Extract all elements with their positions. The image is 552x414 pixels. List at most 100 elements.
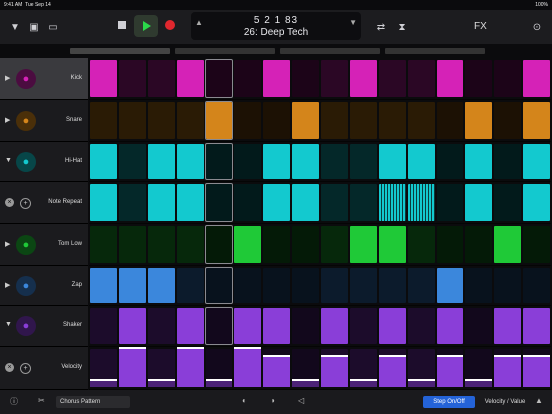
step-cell[interactable] <box>234 226 262 263</box>
step-cell[interactable] <box>90 226 117 263</box>
step-cell[interactable] <box>407 144 435 179</box>
step-cell[interactable] <box>118 102 146 139</box>
step-cell[interactable] <box>204 183 234 222</box>
step-cell[interactable] <box>436 144 464 179</box>
step-cell[interactable] <box>523 308 550 344</box>
step-cell[interactable] <box>234 184 262 221</box>
step-cell[interactable] <box>263 184 291 221</box>
step-cell[interactable] <box>378 308 406 344</box>
step-cell[interactable] <box>436 60 464 97</box>
step-cell[interactable] <box>407 308 435 344</box>
step-cell[interactable] <box>349 184 377 221</box>
window-icon[interactable]: ▭ <box>46 20 60 34</box>
step-cell[interactable] <box>349 268 377 303</box>
step-cell[interactable] <box>204 143 234 180</box>
step-cell[interactable] <box>292 308 319 344</box>
track-header-tom[interactable]: ▶ ● Tom Low <box>0 224 88 266</box>
step-cell[interactable] <box>321 268 348 303</box>
step-cell[interactable] <box>494 184 522 221</box>
step-cell[interactable] <box>263 268 291 303</box>
pattern-name-field[interactable]: Chorus Pattern <box>56 396 130 408</box>
step-cell[interactable] <box>407 60 435 97</box>
step-cell[interactable] <box>465 349 493 387</box>
step-cell[interactable] <box>176 347 204 387</box>
step-cell[interactable] <box>147 226 175 263</box>
step-cell[interactable] <box>523 184 550 221</box>
step-cell[interactable] <box>494 226 522 263</box>
step-cell[interactable] <box>204 307 234 345</box>
step-cell[interactable] <box>118 184 146 221</box>
step-cell[interactable] <box>494 60 522 97</box>
step-cell[interactable] <box>523 144 550 179</box>
step-cell[interactable] <box>176 226 204 263</box>
step-cell[interactable] <box>292 184 319 221</box>
step-cell[interactable] <box>263 349 291 387</box>
remove-lane-icon[interactable]: × <box>5 197 14 207</box>
step-cell[interactable] <box>407 268 435 303</box>
library-icon[interactable]: ▣ <box>27 20 41 34</box>
step-cell[interactable] <box>349 349 377 387</box>
velocity-value-button[interactable]: Velocity / Value <box>480 396 530 408</box>
expand-toggle-icon[interactable]: ▼ <box>5 321 12 328</box>
step-cell[interactable] <box>465 60 493 97</box>
record-button[interactable] <box>165 20 175 30</box>
step-cell[interactable] <box>90 144 117 179</box>
step-cell[interactable] <box>118 268 146 303</box>
step-cell[interactable] <box>147 102 175 139</box>
velocity-bar[interactable] <box>176 347 204 387</box>
velocity-bar[interactable] <box>90 379 117 387</box>
browser-dropdown-icon[interactable]: ▼ <box>8 20 22 34</box>
add-lane-icon[interactable]: + <box>20 363 31 374</box>
step-cell[interactable] <box>494 308 522 344</box>
step-cell[interactable] <box>407 349 435 387</box>
step-cell[interactable] <box>234 268 262 303</box>
track-header-zap[interactable]: ▶ ● Zap <box>0 266 88 306</box>
step-cell[interactable] <box>234 347 262 387</box>
step-cell[interactable] <box>176 308 204 344</box>
step-cell[interactable] <box>436 308 464 344</box>
step-cell[interactable] <box>118 308 146 344</box>
step-cell[interactable] <box>292 268 319 303</box>
step-cell[interactable] <box>465 144 493 179</box>
velocity-bar[interactable] <box>436 354 464 387</box>
velocity-bar[interactable] <box>263 354 291 387</box>
step-cell[interactable] <box>90 349 117 387</box>
track-header-hihat[interactable]: ▼ ● Hi-Hat <box>0 142 88 182</box>
step-cell[interactable] <box>234 60 262 97</box>
step-cell[interactable] <box>90 308 117 344</box>
step-cell[interactable] <box>263 144 291 179</box>
pattern-overview[interactable] <box>0 44 552 58</box>
step-cell[interactable] <box>234 144 262 179</box>
metronome-icon[interactable]: ⧗ <box>395 20 409 34</box>
step-onoff-button[interactable]: Step On/Off <box>423 396 475 408</box>
step-cell[interactable] <box>494 144 522 179</box>
step-cell[interactable] <box>90 60 117 97</box>
overview-segment[interactable] <box>280 48 380 54</box>
step-cell[interactable] <box>436 226 464 263</box>
info-icon[interactable]: ⓘ <box>10 396 18 407</box>
step-cell[interactable] <box>118 144 146 179</box>
step-cell[interactable] <box>292 349 319 387</box>
step-cell[interactable] <box>321 349 348 387</box>
step-cell[interactable] <box>407 102 435 139</box>
track-header-velocity[interactable]: × + Velocity <box>0 347 88 390</box>
step-cell[interactable] <box>147 184 175 221</box>
step-cell[interactable] <box>263 226 291 263</box>
step-cell[interactable] <box>176 60 204 97</box>
step-cell[interactable] <box>378 268 406 303</box>
step-cell[interactable] <box>147 60 175 97</box>
track-header-repeat[interactable]: × + Note Repeat <box>0 182 88 224</box>
step-cell[interactable] <box>523 349 550 387</box>
step-cell[interactable] <box>465 268 493 303</box>
step-cell[interactable] <box>523 268 550 303</box>
step-cell[interactable] <box>407 226 435 263</box>
pattern-prev-icon[interactable]: ◐ <box>242 396 247 405</box>
loop-icon[interactable]: ⇄ <box>374 20 388 34</box>
step-cell[interactable] <box>292 144 319 179</box>
play-button[interactable] <box>134 15 158 37</box>
step-cell[interactable] <box>523 60 550 97</box>
velocity-bar[interactable] <box>407 379 435 387</box>
step-cell[interactable] <box>176 102 204 139</box>
velocity-bar[interactable] <box>494 354 522 387</box>
step-cell[interactable] <box>436 102 464 139</box>
